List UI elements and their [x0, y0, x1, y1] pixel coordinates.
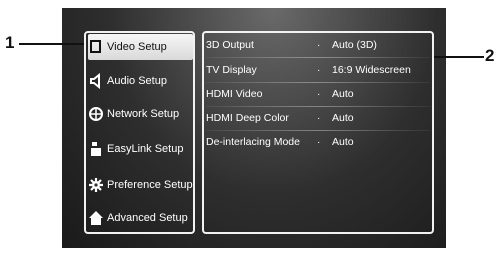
setting-name: HDMI Deep Color: [206, 112, 289, 124]
setting-name: 3D Output: [206, 39, 254, 51]
setting-name: TV Display: [206, 64, 257, 76]
callout-2: 2: [485, 46, 495, 65]
gear-icon: [88, 176, 104, 194]
setting-row-hdmi-video[interactable]: HDMI Video · Auto: [206, 84, 430, 104]
sidebar-item-label: Video Setup: [107, 41, 167, 53]
sidebar-item-label: Advanced Setup: [107, 212, 188, 224]
sidebar-item-label: Preference Setup: [107, 179, 193, 191]
house-icon: [88, 209, 104, 227]
setting-bullet: ·: [317, 88, 321, 100]
row-divider: [206, 57, 430, 58]
sidebar-item-network-setup[interactable]: Network Setup: [88, 101, 193, 127]
sidebar-item-label: EasyLink Setup: [107, 143, 184, 155]
callout-1: 1: [5, 33, 15, 52]
setup-menu-panel: [84, 31, 195, 234]
setting-row-3d-output[interactable]: 3D Output · Auto (3D): [206, 35, 430, 55]
tv-icon: [88, 38, 104, 56]
sidebar-item-label: Audio Setup: [107, 75, 167, 87]
easylink-icon: [88, 140, 104, 158]
setting-row-de-interlacing-mode[interactable]: De-interlacing Mode · Auto: [206, 132, 430, 152]
setting-value: 16:9 Widescreen: [332, 64, 411, 76]
speaker-icon: [88, 72, 104, 90]
callout-1-line: [19, 43, 85, 45]
setting-value: Auto: [332, 88, 354, 100]
setting-value: Auto: [332, 136, 354, 148]
setting-name: De-interlacing Mode: [206, 136, 300, 148]
sidebar-item-preference-setup[interactable]: Preference Setup: [88, 172, 193, 198]
setting-row-hdmi-deep-color[interactable]: HDMI Deep Color · Auto: [206, 108, 430, 128]
sidebar-item-advanced-setup[interactable]: Advanced Setup: [88, 205, 193, 231]
globe-icon: [88, 105, 104, 123]
setting-bullet: ·: [317, 64, 321, 76]
sidebar-item-audio-setup[interactable]: Audio Setup: [88, 68, 193, 94]
sidebar-item-video-setup[interactable]: Video Setup: [88, 34, 193, 60]
setting-value: Auto: [332, 112, 354, 124]
setting-bullet: ·: [317, 112, 321, 124]
row-divider: [206, 82, 430, 83]
row-divider: [206, 106, 430, 107]
setting-bullet: ·: [317, 136, 321, 148]
callout-2-line: [432, 56, 484, 58]
row-divider: [206, 130, 430, 131]
sidebar-item-label: Network Setup: [107, 108, 180, 120]
setting-value: Auto (3D): [332, 39, 377, 51]
sidebar-item-easylink-setup[interactable]: EasyLink Setup: [88, 136, 193, 162]
setting-name: HDMI Video: [206, 88, 263, 100]
setting-bullet: ·: [317, 39, 321, 51]
setting-row-tv-display[interactable]: TV Display · 16:9 Widescreen: [206, 60, 430, 80]
